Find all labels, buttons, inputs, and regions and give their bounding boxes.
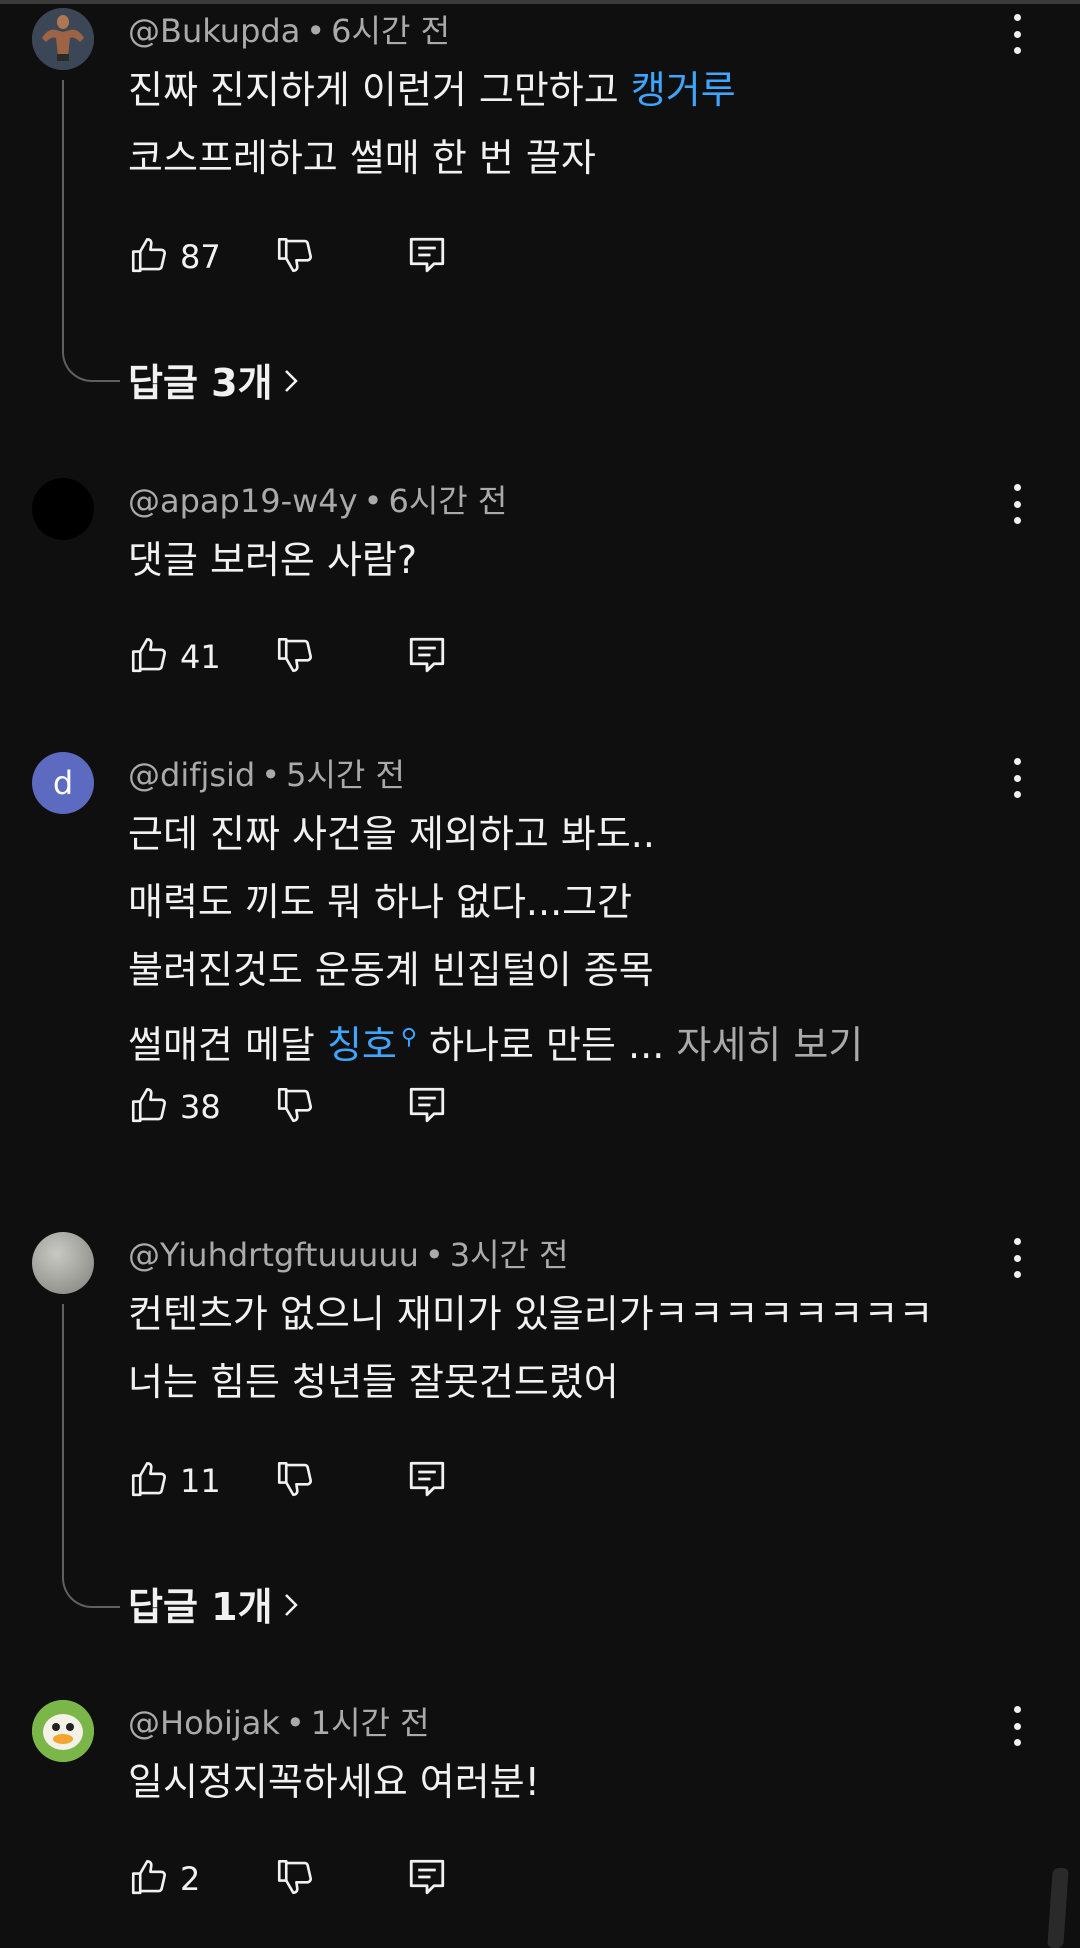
comment-author[interactable]: @apap19-w4y bbox=[128, 482, 358, 520]
like-count: 87 bbox=[180, 238, 221, 276]
comment-line: 불려진것도 운동계 빈집털이 종목 bbox=[128, 948, 654, 992]
comment-actions: 11 bbox=[128, 1458, 548, 1508]
comment-header: @Yiuhdrtgftuuuuu • 3시간 전 bbox=[128, 1230, 569, 1276]
comment-header: @difjsid • 5시간 전 bbox=[128, 750, 405, 796]
search-icon: ⚲ bbox=[400, 1025, 418, 1050]
thumbs-down-icon[interactable] bbox=[274, 1458, 316, 1500]
separator-dot: • bbox=[285, 1704, 305, 1742]
comment-time[interactable]: 6시간 전 bbox=[331, 12, 450, 50]
avatar-letter: d bbox=[52, 764, 74, 802]
avatar[interactable] bbox=[32, 1700, 94, 1762]
comment-author[interactable]: @difjsid bbox=[128, 756, 255, 794]
thread-line bbox=[62, 80, 120, 382]
avatar[interactable] bbox=[32, 478, 94, 540]
more-options-icon[interactable] bbox=[1000, 14, 1034, 54]
comment-author[interactable]: @Bukupda bbox=[128, 12, 300, 50]
separator-dot: • bbox=[261, 756, 281, 794]
separator-dot: • bbox=[363, 482, 383, 520]
thumbs-down-icon[interactable] bbox=[274, 1856, 316, 1898]
comment-line: 일시정지꼭하세요 여러분! bbox=[128, 1760, 540, 1804]
like-count: 41 bbox=[180, 638, 221, 676]
thumbs-up-icon[interactable] bbox=[128, 234, 170, 276]
separator-dot: • bbox=[424, 1236, 444, 1274]
comment-line: 매력도 끼도 뭐 하나 없다...그간 bbox=[128, 880, 633, 924]
thread-line bbox=[62, 1304, 120, 1608]
comment-time[interactable]: 3시간 전 bbox=[450, 1236, 569, 1274]
comment-header: @Bukupda • 6시간 전 bbox=[128, 6, 450, 52]
comment-text: 컨텐츠가 없으니 재미가 있을리가ㅋㅋㅋㅋㅋㅋㅋㅋ 너는 힘든 청년들 잘못건드… bbox=[128, 1280, 998, 1416]
comment-actions: 87 bbox=[128, 234, 548, 284]
chevron-right-icon bbox=[283, 1583, 299, 1627]
avatar[interactable]: d bbox=[32, 752, 94, 814]
thumbs-down-icon[interactable] bbox=[274, 634, 316, 676]
comment-text: 근데 진짜 사건을 제외하고 봐도.. 매력도 끼도 뭐 하나 없다...그간 … bbox=[128, 800, 998, 1079]
scroll-handle[interactable] bbox=[1047, 1868, 1069, 1948]
like-count: 38 bbox=[180, 1088, 221, 1126]
reply-comment-icon[interactable] bbox=[406, 234, 448, 276]
chevron-right-icon bbox=[283, 359, 299, 403]
comment-time[interactable]: 1시간 전 bbox=[311, 1704, 430, 1742]
thumbs-up-icon[interactable] bbox=[128, 1856, 170, 1898]
thumbs-down-icon[interactable] bbox=[274, 1084, 316, 1126]
comment-line: 하나로 만든 ... bbox=[417, 1023, 677, 1067]
read-more-button[interactable]: 자세히 보기 bbox=[676, 1023, 863, 1067]
comment-line: 근데 진짜 사건을 제외하고 봐도.. bbox=[128, 812, 655, 856]
comment-text: 일시정지꼭하세요 여러분! bbox=[128, 1748, 998, 1816]
comment-line: 진짜 진지하게 이런거 그만하고 bbox=[128, 68, 631, 112]
comment-author[interactable]: @Yiuhdrtgftuuuuu bbox=[128, 1236, 419, 1274]
comment-text: 진짜 진지하게 이런거 그만하고 캥거루 코스프레하고 썰매 한 번 끌자 bbox=[128, 56, 998, 192]
reply-comment-icon[interactable] bbox=[406, 634, 448, 676]
thumbs-up-icon[interactable] bbox=[128, 1458, 170, 1500]
comment-header: @apap19-w4y • 6시간 전 bbox=[128, 476, 507, 522]
comment-time[interactable]: 6시간 전 bbox=[388, 482, 507, 520]
like-count: 11 bbox=[180, 1462, 221, 1500]
like-count: 2 bbox=[180, 1860, 201, 1898]
thumbs-up-icon[interactable] bbox=[128, 1084, 170, 1126]
more-options-icon[interactable] bbox=[1000, 484, 1034, 524]
more-options-icon[interactable] bbox=[1000, 758, 1034, 798]
search-link[interactable]: 캥거루 bbox=[631, 68, 736, 112]
avatar[interactable] bbox=[32, 1232, 94, 1294]
reply-comment-icon[interactable] bbox=[406, 1084, 448, 1126]
comment-time[interactable]: 5시간 전 bbox=[286, 756, 405, 794]
replies-label: 답글 3개 bbox=[128, 361, 273, 405]
comment-author[interactable]: @Hobijak bbox=[128, 1704, 280, 1742]
comment-line: 댓글 보러온 사람? bbox=[128, 538, 418, 582]
thumbs-up-icon[interactable] bbox=[128, 634, 170, 676]
comment-actions: 41 bbox=[128, 634, 548, 684]
more-options-icon[interactable] bbox=[1000, 1238, 1034, 1278]
top-edge-divider bbox=[0, 0, 1080, 4]
reply-comment-icon[interactable] bbox=[406, 1856, 448, 1898]
view-replies-button[interactable]: 답글 3개 bbox=[128, 352, 299, 407]
comment-line: 코스프레하고 썰매 한 번 끌자 bbox=[128, 136, 596, 180]
comment-actions: 38 bbox=[128, 1084, 548, 1134]
comment-line: 썰매견 메달 bbox=[128, 1023, 327, 1067]
search-link[interactable]: 칭호 bbox=[327, 1023, 397, 1067]
more-options-icon[interactable] bbox=[1000, 1706, 1034, 1746]
comment-line: 너는 힘든 청년들 잘못건드렸어 bbox=[128, 1360, 619, 1404]
separator-dot: • bbox=[306, 12, 326, 50]
avatar[interactable] bbox=[32, 8, 94, 70]
comment-header: @Hobijak • 1시간 전 bbox=[128, 1698, 430, 1744]
view-replies-button[interactable]: 답글 1개 bbox=[128, 1576, 299, 1631]
thumbs-down-icon[interactable] bbox=[274, 234, 316, 276]
comment-actions: 2 bbox=[128, 1856, 548, 1906]
comment-text: 댓글 보러온 사람? bbox=[128, 526, 998, 594]
comment-line: 컨텐츠가 없으니 재미가 있을리가ㅋㅋㅋㅋㅋㅋㅋㅋ bbox=[128, 1292, 934, 1336]
reply-comment-icon[interactable] bbox=[406, 1458, 448, 1500]
replies-label: 답글 1개 bbox=[128, 1585, 273, 1629]
